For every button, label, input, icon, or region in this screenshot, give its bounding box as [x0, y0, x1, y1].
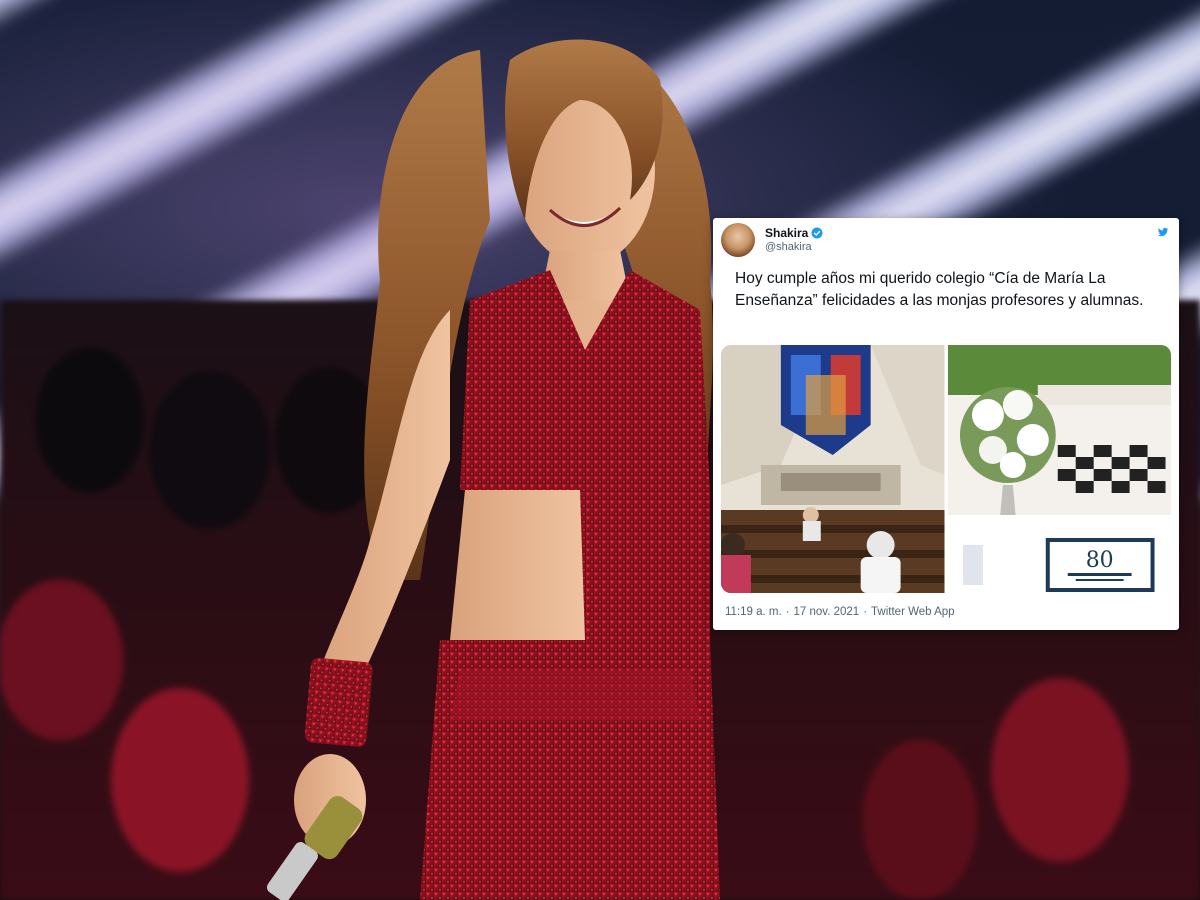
- tweet-footer: 11:19 a. m. · 17 nov. 2021 · Twitter Web…: [725, 606, 955, 618]
- tweet-separator-2: ·: [863, 606, 868, 618]
- tweet-card: Shakira @shakira Hoy cumple años mi quer…: [713, 218, 1179, 630]
- author-handle[interactable]: @shakira: [765, 240, 823, 254]
- tweet-separator: ·: [785, 606, 790, 618]
- tweet-photo-chapel[interactable]: [721, 345, 945, 593]
- tweet-media-grid: 80: [721, 345, 1171, 593]
- tweet-date[interactable]: 17 nov. 2021: [794, 606, 860, 618]
- tweet-text: Hoy cumple años mi querido colegio “Cía …: [735, 270, 1144, 309]
- tweet-header: Shakira @shakira: [721, 222, 823, 258]
- tweet-time[interactable]: 11:19 a. m.: [725, 606, 782, 618]
- verified-badge-icon: [811, 227, 823, 239]
- tweet-photo-cake[interactable]: 80: [947, 345, 1171, 593]
- performer-illustration: [266, 39, 720, 900]
- twitter-bird-icon[interactable]: [1157, 226, 1169, 238]
- author-block: Shakira @shakira: [765, 226, 823, 254]
- tweet-source[interactable]: Twitter Web App: [871, 606, 955, 618]
- avatar[interactable]: [721, 223, 755, 257]
- author-line: Shakira: [765, 226, 823, 240]
- cake-number: 80: [1085, 548, 1113, 573]
- author-name[interactable]: Shakira: [765, 226, 808, 240]
